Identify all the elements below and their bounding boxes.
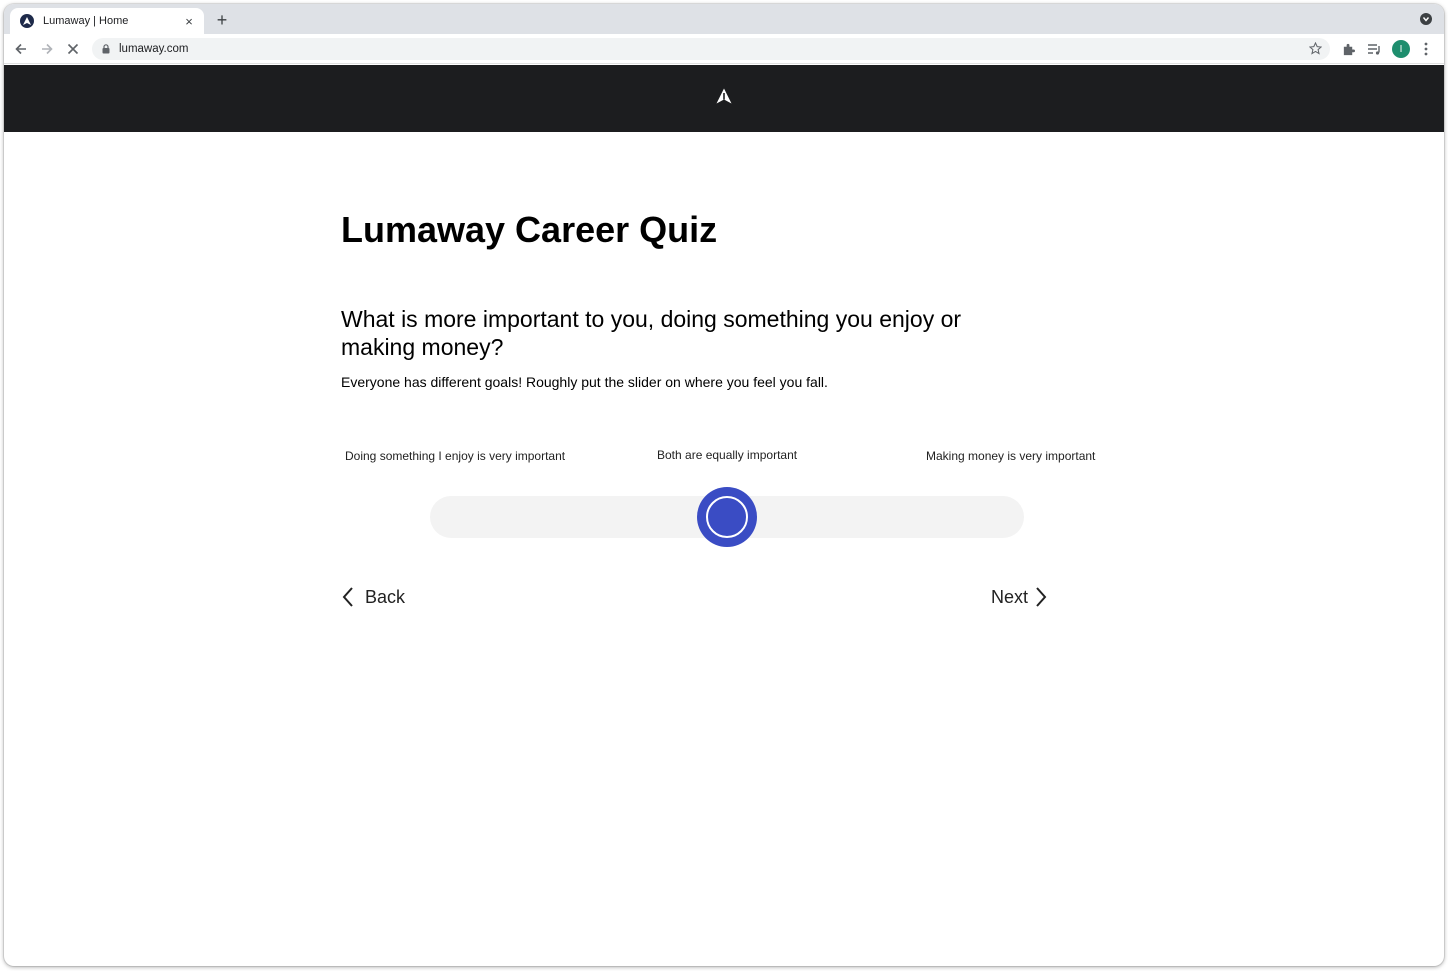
- scale-label-right: Making money is very important: [926, 449, 1096, 463]
- chevron-left-icon: [342, 587, 353, 607]
- close-tab-icon[interactable]: ×: [182, 14, 196, 29]
- lumaway-favicon-icon: [20, 14, 34, 28]
- quiz-title: Lumaway Career Quiz: [341, 209, 718, 250]
- back-arrow-icon[interactable]: [12, 40, 30, 58]
- back-label: Back: [365, 586, 406, 607]
- site-header: [4, 65, 1444, 132]
- lock-icon: [102, 44, 110, 54]
- chevron-right-icon: [1036, 587, 1047, 607]
- quiz-instructions: Everyone has different goals! Roughly pu…: [341, 374, 828, 390]
- slider-thumb-ring: [706, 496, 748, 538]
- browser-window: Lumaway | Home × + lumaway.com I Lumaway…: [4, 4, 1444, 966]
- tab-strip: Lumaway | Home × +: [4, 4, 1444, 34]
- new-tab-button[interactable]: +: [212, 10, 232, 30]
- quiz-question: What is more important to you, doing som…: [341, 306, 962, 360]
- tab-title: Lumaway | Home: [43, 15, 129, 27]
- next-label: Next: [991, 586, 1029, 607]
- next-button[interactable]: Next: [991, 586, 1048, 608]
- tab-lumaway-home[interactable]: Lumaway | Home ×: [10, 8, 204, 34]
- stop-loading-icon[interactable]: [64, 40, 82, 58]
- address-bar[interactable]: lumaway.com: [92, 38, 1330, 60]
- reading-list-icon[interactable]: [1366, 41, 1382, 57]
- scale-label-middle: Both are equally important: [657, 448, 798, 462]
- back-button[interactable]: Back: [341, 586, 405, 608]
- profile-avatar[interactable]: I: [1392, 40, 1410, 58]
- forward-arrow-icon[interactable]: [38, 40, 56, 58]
- lumaway-logo-icon[interactable]: [716, 88, 732, 109]
- extensions-puzzle-icon[interactable]: [1340, 41, 1356, 57]
- url-text: lumaway.com: [119, 43, 189, 55]
- preference-slider-thumb[interactable]: [697, 487, 757, 547]
- preference-slider-track[interactable]: [430, 487, 1024, 547]
- browser-toolbar: lumaway.com I: [4, 34, 1444, 64]
- tab-search-icon[interactable]: [1420, 13, 1432, 25]
- scale-label-left: Doing something I enjoy is very importan…: [345, 449, 566, 463]
- bookmark-star-icon[interactable]: [1308, 41, 1323, 60]
- more-menu-icon[interactable]: [1418, 41, 1434, 57]
